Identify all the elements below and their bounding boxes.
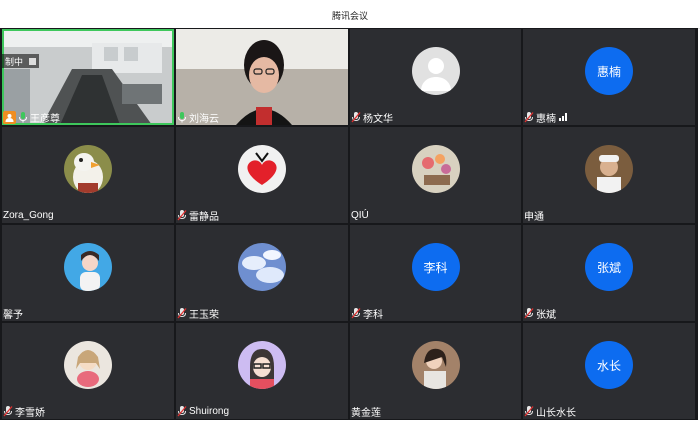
participant-tile[interactable]: 杨文华 [350,29,521,125]
mic-muted-icon [3,405,15,417]
mic-muted-icon [524,307,536,319]
initials-avatar: 水长 [585,341,633,389]
avatar [238,341,286,389]
participant-tile[interactable]: Shuirong [176,323,348,419]
video-grid: 制中 王彦尊 刘海云 杨文华 惠楠 惠楠 Zora_Gong 雷静品 QIÚ 申通 馨予 王玉荣 李科李… [0,28,698,420]
avatar [64,341,112,389]
title-bar: 腾讯会议 [0,0,700,29]
participant-tile[interactable]: 雷静品 [176,127,348,223]
participant-tile[interactable]: 刘海云 [176,29,348,125]
participant-name: 王玉荣 [189,309,219,321]
avatar [238,145,286,193]
mic-muted-icon [524,405,536,417]
participant-name: QIÚ [351,209,369,221]
participant-nameplate: 山长水长 [524,404,579,419]
mic-muted-icon [351,111,363,123]
participant-nameplate: 张斌 [524,306,559,321]
participant-name: 刘海云 [189,113,219,125]
participant-tile[interactable]: Zora_Gong [2,127,174,223]
participant-tile[interactable]: 制中王彦尊 [2,29,174,125]
avatar [238,243,286,291]
mic-muted-icon [524,111,536,123]
participant-name: 王彦尊 [30,113,60,125]
participant-name: 张斌 [536,309,556,321]
participant-name: 山长水长 [536,407,576,419]
participant-tile[interactable]: QIÚ [350,127,521,223]
participant-nameplate: 王玉荣 [177,306,222,321]
stop-recording-icon[interactable] [29,57,37,65]
participant-name: 黄金莲 [351,407,381,419]
participant-tile[interactable]: 黄金莲 [350,323,521,419]
initials-avatar: 张斌 [585,243,633,291]
signal-strength-icon [559,113,568,121]
participant-name: 申通 [524,211,544,223]
participant-tile[interactable]: 王玉荣 [176,225,348,321]
participant-tile[interactable]: 李科 李科 [350,225,521,321]
mic-muted-icon [351,307,363,319]
participant-nameplate: Shuirong [177,404,232,418]
mic-muted-icon [177,209,189,221]
participant-tile[interactable]: 李雪娇 [2,323,174,419]
participant-nameplate: 惠楠 [524,110,571,125]
participant-name: 雷静品 [189,211,219,223]
participant-name: 李科 [363,309,383,321]
participant-name: 杨文华 [363,113,393,125]
participant-nameplate: 黄金莲 [351,404,384,419]
participant-nameplate: 申通 [524,208,547,223]
mic-on-icon [18,111,30,123]
avatar [411,145,460,193]
avatar [64,145,112,193]
avatar [411,341,460,389]
participant-name: 李雪娇 [15,407,45,419]
participant-name: 馨予 [3,309,23,321]
host-icon [3,110,16,124]
participant-name: 惠楠 [536,113,556,125]
participant-nameplate: 王彦尊 [3,110,63,125]
default-avatar-icon [411,47,460,95]
avatar [585,145,633,193]
recording-label: 制中 [5,56,24,67]
participant-nameplate: 馨予 [3,306,26,321]
participant-tile[interactable]: 馨予 [2,225,174,321]
participant-nameplate: 李雪娇 [3,404,48,419]
participant-nameplate: 雷静品 [177,208,222,223]
mic-muted-icon [177,307,189,319]
initials-avatar: 李科 [411,243,460,291]
recording-badge: 制中 [2,54,40,68]
initials-avatar: 惠楠 [585,47,633,95]
participant-nameplate: Zora_Gong [3,208,57,222]
participant-tile[interactable]: 惠楠 惠楠 [523,29,695,125]
avatar [64,243,112,291]
mic-muted-icon [177,405,189,417]
participant-name: Shuirong [189,405,230,417]
mic-on-icon [177,111,189,123]
participant-name: Zora_Gong [3,209,54,221]
participant-nameplate: 刘海云 [177,110,222,125]
window-title: 腾讯会议 [331,11,368,21]
participant-tile[interactable]: 水长山长水长 [523,323,695,419]
participant-tile[interactable]: 张斌 张斌 [523,225,695,321]
participant-nameplate: 李科 [351,306,386,321]
participant-tile[interactable]: 申通 [523,127,695,223]
participant-nameplate: 杨文华 [351,110,396,125]
participant-nameplate: QIÚ [351,208,372,222]
